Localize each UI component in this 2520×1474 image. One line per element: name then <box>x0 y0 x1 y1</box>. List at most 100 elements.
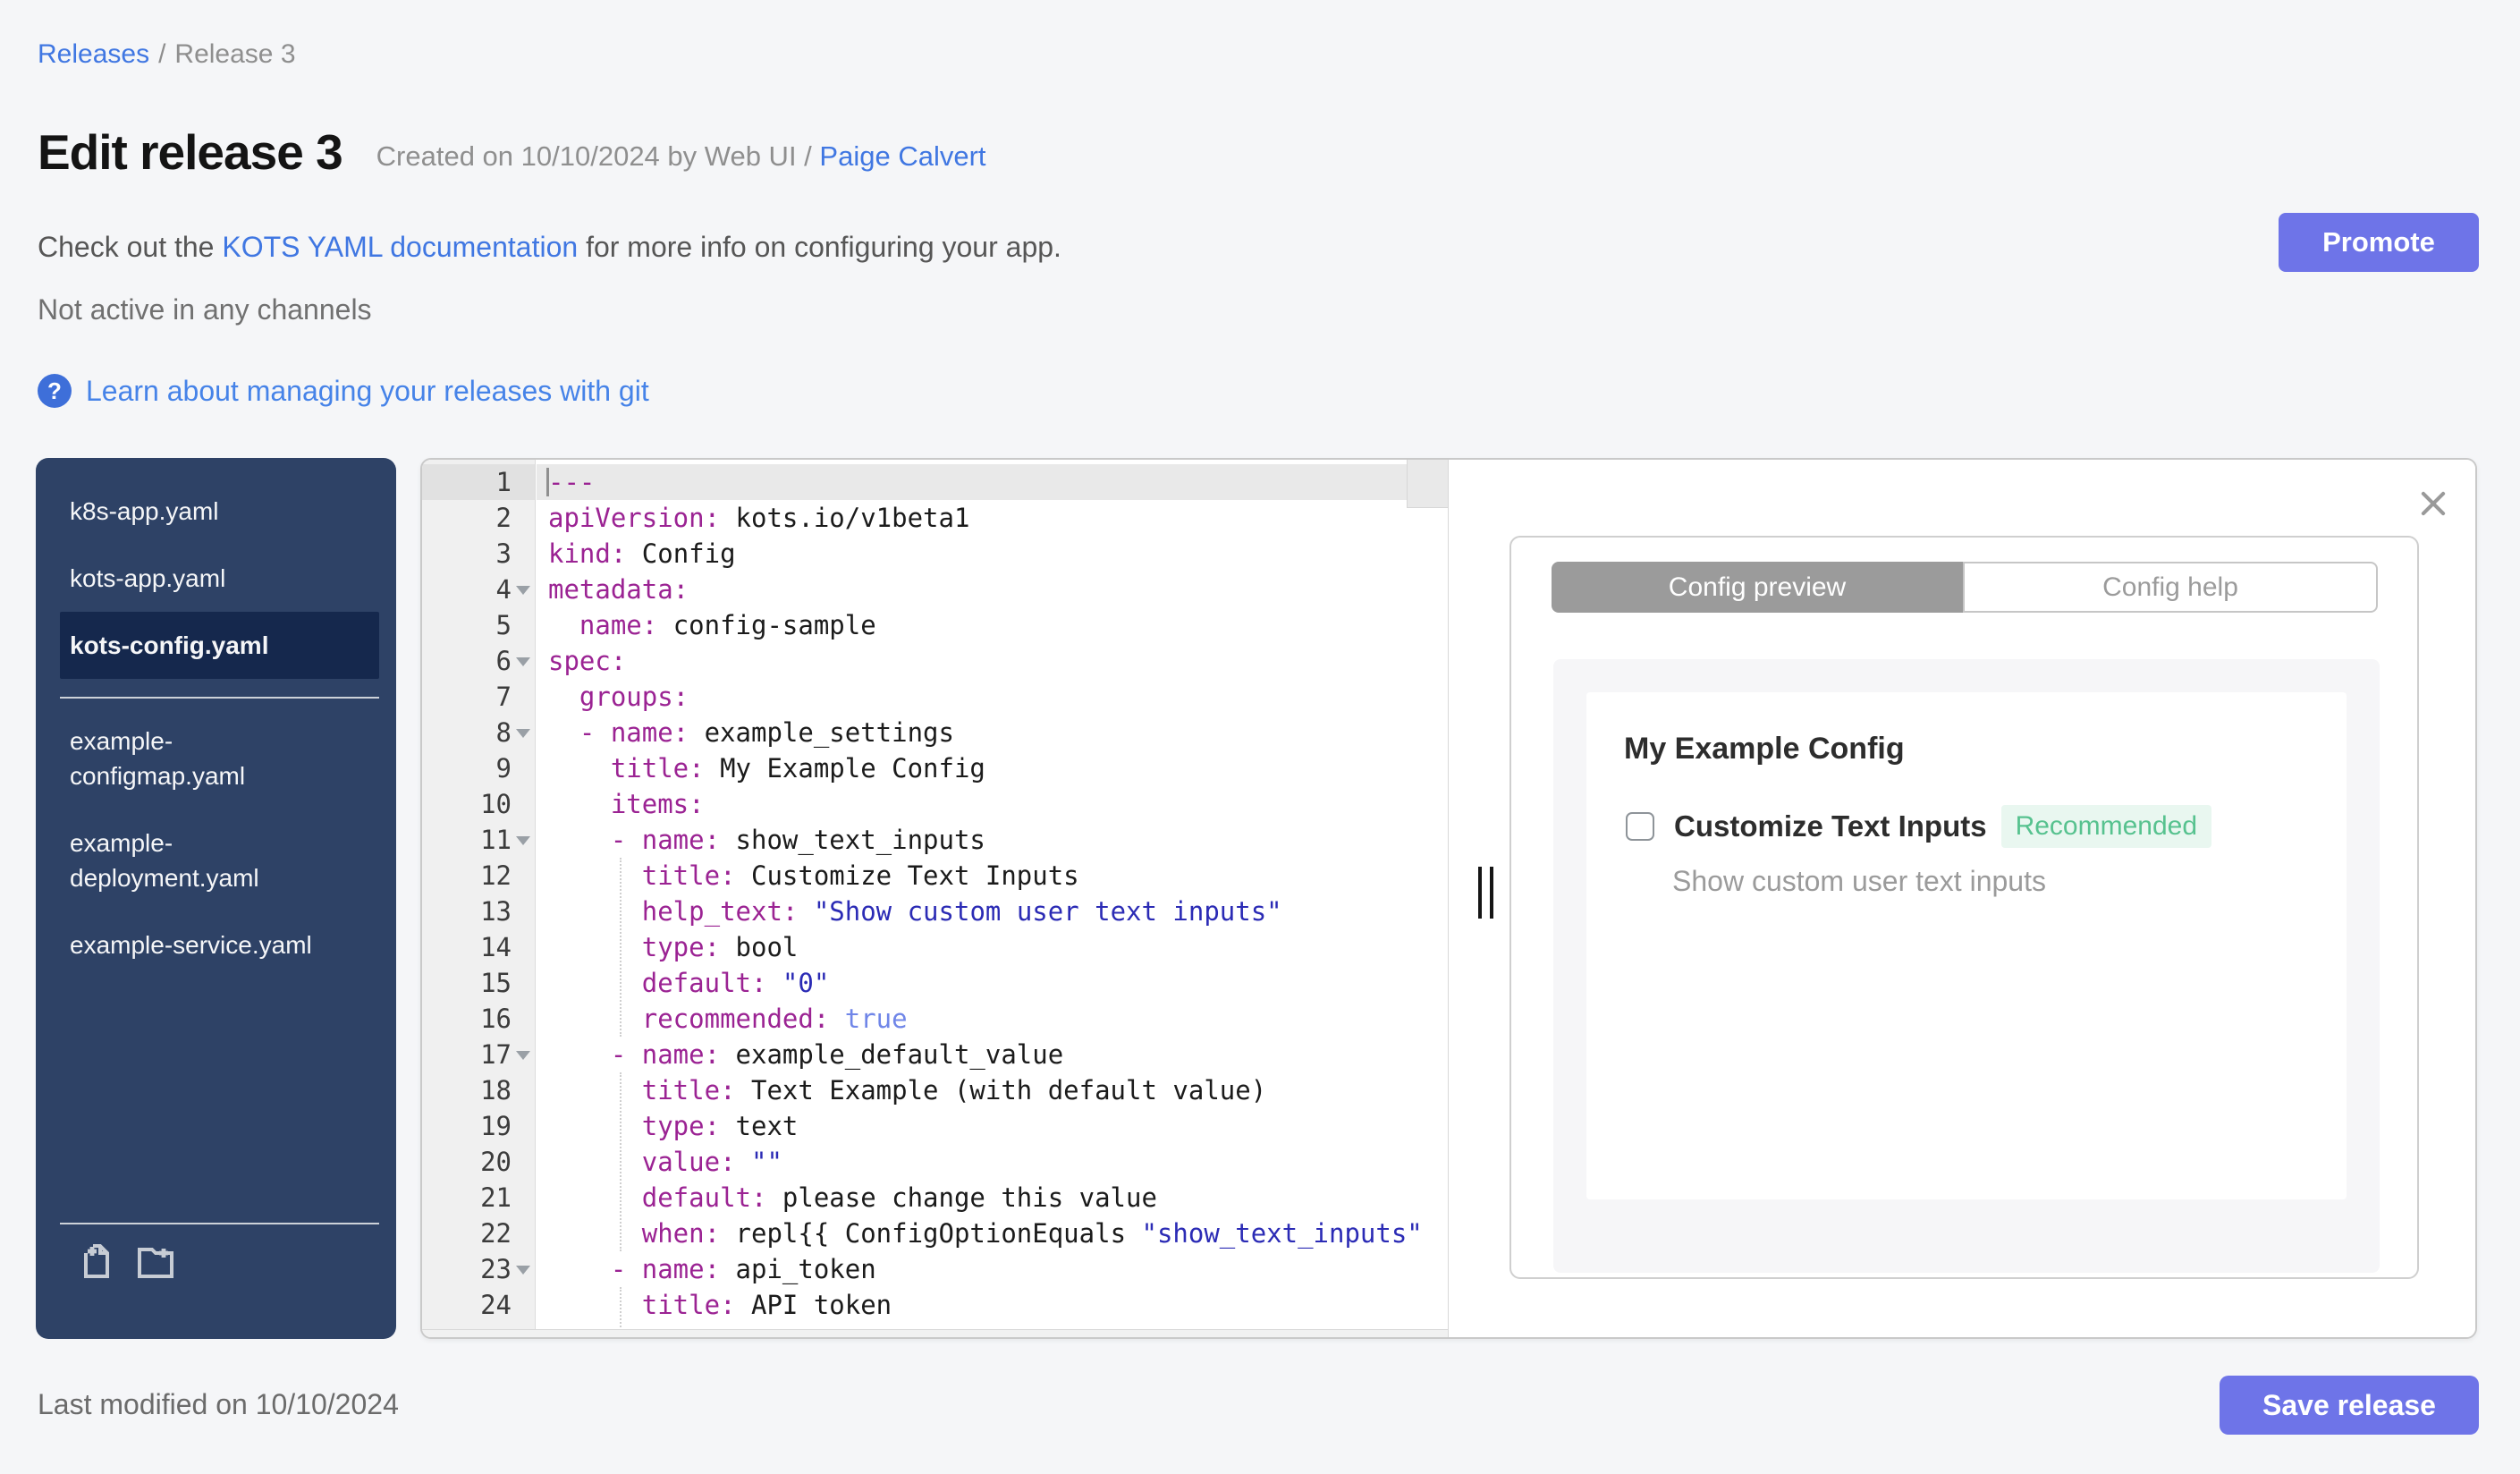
panel-resize-handle[interactable] <box>1478 867 1493 919</box>
code-line-12[interactable]: title: Customize Text Inputs <box>537 858 1448 894</box>
config-item-help: Show custom user text inputs <box>1672 865 2046 897</box>
code-line-8[interactable]: - name: example_settings <box>537 715 1448 750</box>
indent-guide <box>620 858 622 1037</box>
gutter-line-13: 13 <box>480 896 512 927</box>
fold-arrow-icon[interactable] <box>516 586 530 595</box>
code-line-2[interactable]: apiVersion: kots.io/v1beta1 <box>537 500 1448 536</box>
config-item-row: Customize Text Inputs Recommended <box>1626 805 2212 848</box>
sidebar-bottom <box>36 1223 396 1339</box>
gutter-line-17: 17 <box>422 1037 535 1072</box>
indent-guide <box>620 1072 622 1251</box>
doc-hint-after: for more info on configuring your app. <box>578 231 1061 263</box>
code-line-22[interactable]: when: repl{{ ConfigOptionEquals "show_te… <box>537 1216 1448 1251</box>
git-releases-link[interactable]: Learn about managing your releases with … <box>86 375 649 408</box>
code-line-21[interactable]: default: please change this value <box>537 1180 1448 1216</box>
code-line-11[interactable]: - name: show_text_inputs <box>537 822 1448 858</box>
code-line-1[interactable]: --- <box>537 464 1448 500</box>
sidebar-file-k8s-app.yaml[interactable]: k8s-app.yaml <box>36 478 396 545</box>
code-line-23[interactable]: - name: api_token <box>537 1251 1448 1287</box>
created-text: Created on 10/10/2024 by Web UI / <box>376 140 812 172</box>
sidebar-file-example-service.yaml[interactable]: example-service.yaml <box>36 911 396 978</box>
page-title: Edit release 3 <box>38 124 343 180</box>
kots-yaml-doc-link[interactable]: KOTS YAML documentation <box>222 231 578 263</box>
gutter-line-18: 18 <box>480 1075 512 1106</box>
code-line-7[interactable]: groups: <box>537 679 1448 715</box>
code-line-18[interactable]: title: Text Example (with default value) <box>537 1072 1448 1108</box>
file-sidebar: k8s-app.yaml kots-app.yaml kots-config.yam… <box>36 458 396 1339</box>
code-line-16[interactable]: recommended: true <box>537 1001 1448 1037</box>
gutter-line-19: 19 <box>480 1111 512 1141</box>
sidebar-file-example-configmap.yaml[interactable]: example-configmap.yaml <box>36 707 396 809</box>
close-panel-button[interactable] <box>2416 487 2450 521</box>
gutter-line-7: 7 <box>495 682 512 712</box>
last-modified: Last modified on 10/10/2024 <box>38 1388 399 1420</box>
sidebar-file-kots-config.yaml[interactable]: kots-config.yaml <box>60 612 379 679</box>
code-line-20[interactable]: value: "" <box>537 1144 1448 1180</box>
tab-config-preview[interactable]: Config preview <box>1552 562 1963 613</box>
code-line-9[interactable]: title: My Example Config <box>537 750 1448 786</box>
breadcrumb-separator: / <box>158 39 166 69</box>
yaml-editor[interactable]: 1234567891011121314151617181920212223242… <box>422 460 1449 1337</box>
config-card: My Example Config Customize Text Inputs … <box>1586 692 2347 1199</box>
code-line-10[interactable]: items: <box>537 786 1448 822</box>
close-icon <box>2421 491 2446 516</box>
sidebar-actions <box>36 1224 396 1284</box>
fold-arrow-icon[interactable] <box>516 836 530 845</box>
editor-code-area[interactable]: --- apiVersion: kots.io/v1beta1 kind: Conf… <box>537 460 1448 1337</box>
editor-vertical-scrollbar[interactable] <box>1407 460 1448 508</box>
gutter-line-24: 24 <box>480 1290 512 1320</box>
gutter-line-8: 8 <box>422 715 535 750</box>
gutter-line-2: 2 <box>495 503 512 533</box>
breadcrumb-current: Release 3 <box>174 39 296 69</box>
gutter-line-4: 4 <box>422 572 535 607</box>
created-author-link[interactable]: Paige Calvert <box>819 140 985 172</box>
created-info: Created on 10/10/2024 by Web UI / Paige … <box>376 131 986 173</box>
add-folder-icon <box>138 1248 173 1278</box>
gutter-line-16: 16 <box>480 1004 512 1034</box>
editor-gutter: 1234567891011121314151617181920212223242… <box>422 460 536 1337</box>
breadcrumb: Releases / Release 3 <box>38 39 296 70</box>
sidebar-file-example-deployment.yaml[interactable]: example-deployment.yaml <box>36 809 396 911</box>
gutter-line-14: 14 <box>480 932 512 962</box>
recommended-badge: Recommended <box>2000 805 2212 848</box>
preview-inner-box: Config preview Config help My Example Con… <box>1509 536 2419 1279</box>
add-folder-button[interactable] <box>134 1239 177 1284</box>
code-line-24[interactable]: title: API token <box>537 1287 1448 1323</box>
add-file-button[interactable] <box>75 1239 118 1284</box>
git-help-row: ? Learn about managing your releases wit… <box>38 374 649 408</box>
fold-arrow-icon[interactable] <box>516 729 530 738</box>
config-area: My Example Config Customize Text Inputs … <box>1553 659 2380 1273</box>
gutter-line-23: 23 <box>422 1251 535 1287</box>
file-list-divider <box>60 697 379 699</box>
gutter-line-15: 15 <box>480 968 512 998</box>
fold-arrow-icon[interactable] <box>516 1266 530 1275</box>
code-line-3[interactable]: kind: Config <box>537 536 1448 572</box>
title-row: Edit release 3 Created on 10/10/2024 by … <box>38 123 986 181</box>
tab-config-help[interactable]: Config help <box>1963 562 2378 613</box>
preview-tabs: Config preview Config help <box>1552 562 2378 613</box>
config-preview-panel: Config preview Config help My Example Con… <box>1449 460 2475 1337</box>
code-line-17[interactable]: - name: example_default_value <box>537 1037 1448 1072</box>
promote-button[interactable]: Promote <box>2279 213 2479 272</box>
code-line-14[interactable]: type: bool <box>537 929 1448 965</box>
text-cursor <box>546 468 549 496</box>
editor-horizontal-scrollbar[interactable] <box>422 1329 1448 1337</box>
code-line-15[interactable]: default: "0" <box>537 965 1448 1001</box>
save-release-button[interactable]: Save release <box>2220 1376 2479 1435</box>
gutter-line-21: 21 <box>480 1182 512 1213</box>
customize-text-inputs-checkbox[interactable] <box>1626 812 1654 841</box>
fold-arrow-icon[interactable] <box>516 657 530 666</box>
fold-arrow-icon[interactable] <box>516 1051 530 1060</box>
config-group-title: My Example Config <box>1624 732 1905 766</box>
sidebar-file-kots-app.yaml[interactable]: kots-app.yaml <box>36 545 396 612</box>
gutter-line-12: 12 <box>480 860 512 891</box>
gutter-line-11: 11 <box>422 822 535 858</box>
code-line-4[interactable]: metadata: <box>537 572 1448 607</box>
doc-hint-before: Check out the <box>38 231 223 263</box>
code-line-5[interactable]: name: config-sample <box>537 607 1448 643</box>
config-item-label: Customize Text Inputs <box>1674 809 1987 843</box>
code-line-6[interactable]: spec: <box>537 643 1448 679</box>
code-line-19[interactable]: type: text <box>537 1108 1448 1144</box>
code-line-13[interactable]: help_text: "Show custom user text inputs… <box>537 894 1448 929</box>
breadcrumb-releases-link[interactable]: Releases <box>38 39 149 69</box>
